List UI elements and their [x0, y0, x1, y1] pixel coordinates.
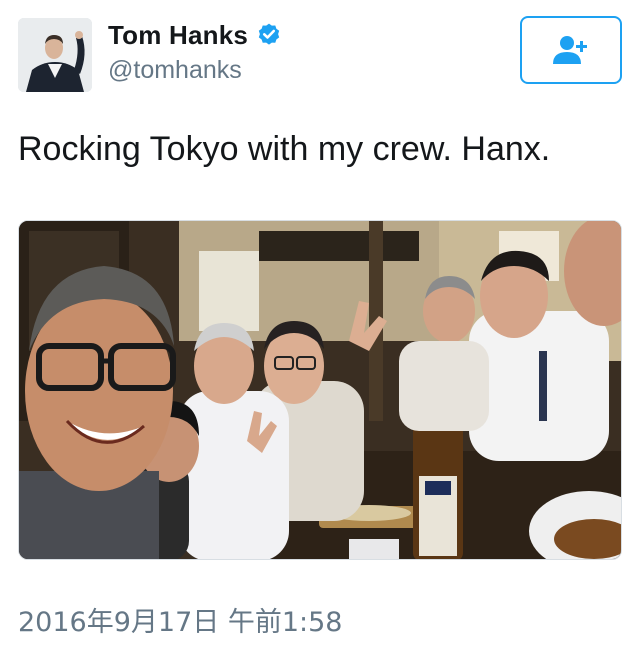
- tweet-text: Rocking Tokyo with my crew. Hanx.: [18, 130, 551, 168]
- tweet-photo[interactable]: [18, 220, 622, 560]
- restaurant-group-photo: [19, 221, 621, 559]
- display-name-row: Tom Hanks: [108, 18, 282, 52]
- display-name[interactable]: Tom Hanks: [108, 20, 248, 51]
- verified-badge-icon: [256, 22, 282, 48]
- tweet-timestamp[interactable]: 2016年9月17日 午前1:58: [18, 600, 342, 639]
- tweet-header: Tom Hanks @tomhanks: [18, 16, 622, 96]
- avatar[interactable]: [18, 18, 92, 92]
- follow-button[interactable]: [520, 16, 622, 84]
- add-user-icon: [553, 36, 587, 64]
- author-names: Tom Hanks @tomhanks: [108, 18, 282, 85]
- avatar-photo: [18, 18, 92, 92]
- user-handle[interactable]: @tomhanks: [108, 56, 282, 85]
- tweet-card: Tom Hanks @tomhanks Rocking Tokyo with m…: [0, 0, 640, 652]
